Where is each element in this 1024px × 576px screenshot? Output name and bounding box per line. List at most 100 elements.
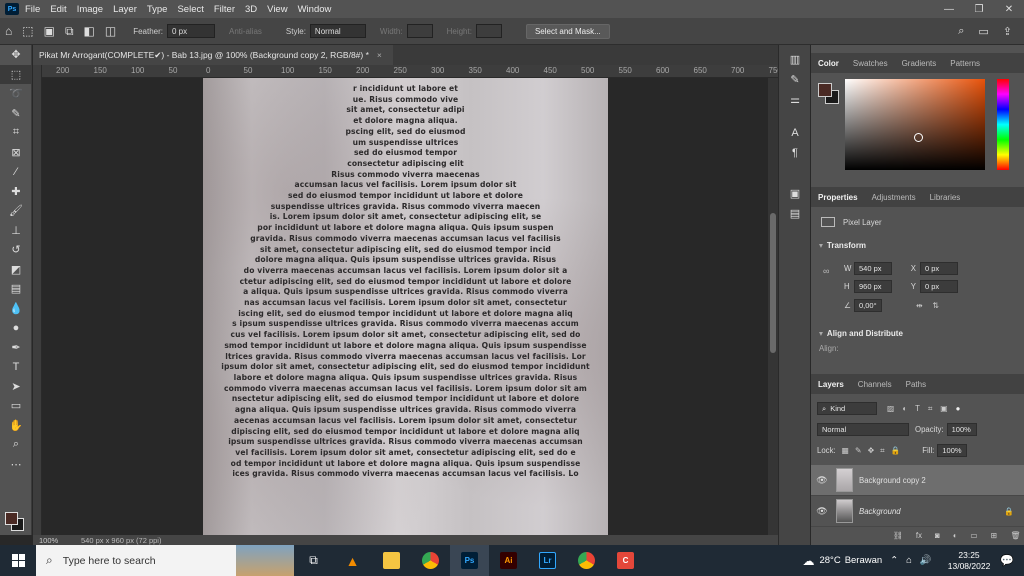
move-tool-icon[interactable]: ✥ [0, 45, 32, 65]
weather-desc[interactable]: Berawan [845, 555, 883, 566]
close-window-button[interactable]: ✕ [994, 4, 1024, 15]
workspace-icon[interactable]: ▭ [978, 25, 988, 38]
lock-transparent-icon[interactable]: ▦ [842, 446, 849, 455]
eye-icon[interactable]: 👁 [811, 506, 833, 517]
menu-edit[interactable]: Edit [50, 4, 66, 15]
lasso-tool-icon[interactable]: ➰ [0, 84, 32, 104]
color-picker-cursor[interactable] [914, 133, 923, 142]
menu-3d[interactable]: 3D [245, 4, 257, 15]
lock-artboard-icon[interactable]: ⌗ [880, 446, 884, 456]
antialias-checkbox[interactable]: Anti-alias [229, 27, 262, 36]
filter-type-icon[interactable]: T [915, 404, 920, 413]
start-button[interactable] [0, 545, 36, 576]
layer-background[interactable]: 👁 Background 🔒 [811, 496, 1024, 527]
brush-tool-icon[interactable]: 🖌 [0, 201, 32, 221]
home-icon[interactable]: ⌂ [5, 24, 12, 38]
volume-icon[interactable]: 🔊 [920, 555, 932, 566]
tab-color[interactable]: Color [811, 59, 846, 68]
y-field[interactable]: 0 px [920, 279, 958, 293]
type-tool-icon[interactable]: T [0, 357, 32, 377]
new-layer-icon[interactable]: ⊞ [991, 531, 998, 540]
chevron-down-icon[interactable]: ▾ [819, 329, 823, 338]
eraser-tool-icon[interactable]: ◩ [0, 260, 32, 280]
frame-tool-icon[interactable]: ⊠ [0, 143, 32, 163]
taskbar-search[interactable]: ⌕ Type here to search [36, 545, 236, 576]
link-layers-icon[interactable]: ⛓ [893, 531, 903, 540]
layer-name[interactable]: Background copy 2 [859, 476, 926, 485]
task-view-button[interactable]: ⧉ [294, 545, 333, 576]
zoom-level[interactable]: 100% [33, 536, 81, 545]
document-canvas[interactable]: r incididunt ut labore et ue. Risus commo… [203, 78, 608, 535]
chrome-app[interactable] [411, 545, 450, 576]
gradient-tool-icon[interactable]: ▤ [0, 279, 32, 299]
x-field[interactable]: 0 px [920, 261, 958, 275]
quick-selection-tool-icon[interactable]: ✎ [0, 104, 32, 124]
pen-tool-icon[interactable]: ✒ [0, 338, 32, 358]
menu-file[interactable]: File [25, 4, 40, 15]
scrollbar-thumb[interactable] [770, 213, 776, 353]
hue-slider[interactable] [997, 79, 1009, 170]
lock-all-icon[interactable]: 🔒 [891, 446, 901, 455]
subtract-selection-icon[interactable]: ◧ [84, 24, 95, 38]
brush-settings-icon[interactable]: ✎ [779, 69, 811, 89]
tab-paths[interactable]: Paths [899, 380, 933, 389]
weather-temp[interactable]: 28°C [819, 555, 840, 566]
adjustments-panel-icon[interactable]: ⚌ [779, 89, 811, 109]
menu-select[interactable]: Select [177, 4, 203, 15]
fx-icon[interactable]: fx [916, 531, 922, 540]
canvas-area[interactable]: r incididunt ut labore et ue. Risus commo… [42, 78, 768, 535]
layer-background-copy-2[interactable]: 👁 Background copy 2 [811, 465, 1024, 496]
foreground-color-swatch[interactable] [5, 512, 18, 525]
chrome-profile-app[interactable] [567, 545, 606, 576]
photoshop-app[interactable]: Ps [450, 545, 489, 576]
vertical-scrollbar[interactable] [768, 78, 778, 535]
libraries-panel-icon[interactable]: ▣ [779, 183, 811, 203]
restore-button[interactable]: ❐ [964, 4, 994, 15]
width-field[interactable]: 540 px [854, 261, 892, 275]
notification-icon[interactable]: 💬 [1000, 554, 1014, 567]
clone-stamp-tool-icon[interactable]: ⊥ [0, 221, 32, 241]
healing-brush-tool-icon[interactable]: ✚ [0, 182, 32, 202]
menu-view[interactable]: View [267, 4, 287, 15]
tab-libraries[interactable]: Libraries [923, 193, 968, 202]
blend-mode-select[interactable]: Normal [817, 423, 909, 436]
filter-pixel-icon[interactable]: ▨ [887, 404, 894, 413]
filter-adjustment-icon[interactable]: ◐ [902, 404, 907, 413]
path-selection-tool-icon[interactable]: ➤ [0, 377, 32, 397]
red-app[interactable]: C [606, 545, 645, 576]
zoom-tool-icon[interactable]: ⌕ [0, 435, 32, 455]
dodge-tool-icon[interactable]: ● [0, 318, 32, 338]
crop-tool-icon[interactable]: ⌗ [0, 123, 32, 143]
layer-kind-filter[interactable]: ⌕ Kind [817, 402, 877, 415]
hand-tool-icon[interactable]: ✋ [0, 416, 32, 436]
flip-horizontal-icon[interactable]: ⇹ [916, 301, 923, 310]
search-icon[interactable]: ⌕ [958, 25, 964, 38]
cloud-icon[interactable]: ☁ [802, 554, 814, 568]
tab-layers[interactable]: Layers [811, 380, 851, 389]
angle-field[interactable]: 0,00° [854, 298, 882, 312]
notes-panel-icon[interactable]: ▤ [779, 203, 811, 223]
menu-window[interactable]: Window [298, 4, 332, 15]
illustrator-app[interactable]: Ai [489, 545, 528, 576]
select-and-mask-button[interactable]: Select and Mask... [525, 23, 610, 39]
add-mask-icon[interactable]: ◙ [935, 531, 940, 540]
tab-swatches[interactable]: Swatches [846, 59, 895, 68]
tab-patterns[interactable]: Patterns [943, 59, 987, 68]
height-input[interactable] [475, 24, 502, 38]
feather-input[interactable]: 0 px [167, 24, 215, 38]
filter-shape-icon[interactable]: ⌗ [928, 404, 932, 414]
new-selection-icon[interactable]: ▣ [44, 24, 55, 38]
height-field[interactable]: 960 px [854, 279, 892, 293]
menu-layer[interactable]: Layer [113, 4, 137, 15]
tab-adjustments[interactable]: Adjustments [865, 193, 923, 202]
chevron-up-icon[interactable]: ⌃ [890, 555, 898, 566]
flip-vertical-icon[interactable]: ⇅ [933, 301, 940, 310]
fill-field[interactable]: 100% [937, 444, 968, 457]
more-tools-icon[interactable]: ⋯ [0, 455, 32, 475]
filter-toggle-icon[interactable]: ● [956, 404, 961, 413]
menu-image[interactable]: Image [77, 4, 103, 15]
new-group-icon[interactable]: ▭ [970, 531, 977, 540]
clock[interactable]: 23:25 13/08/2022 [948, 550, 991, 572]
history-panel-icon[interactable]: ▥ [779, 49, 811, 69]
chevron-down-icon[interactable]: ▾ [819, 241, 823, 250]
